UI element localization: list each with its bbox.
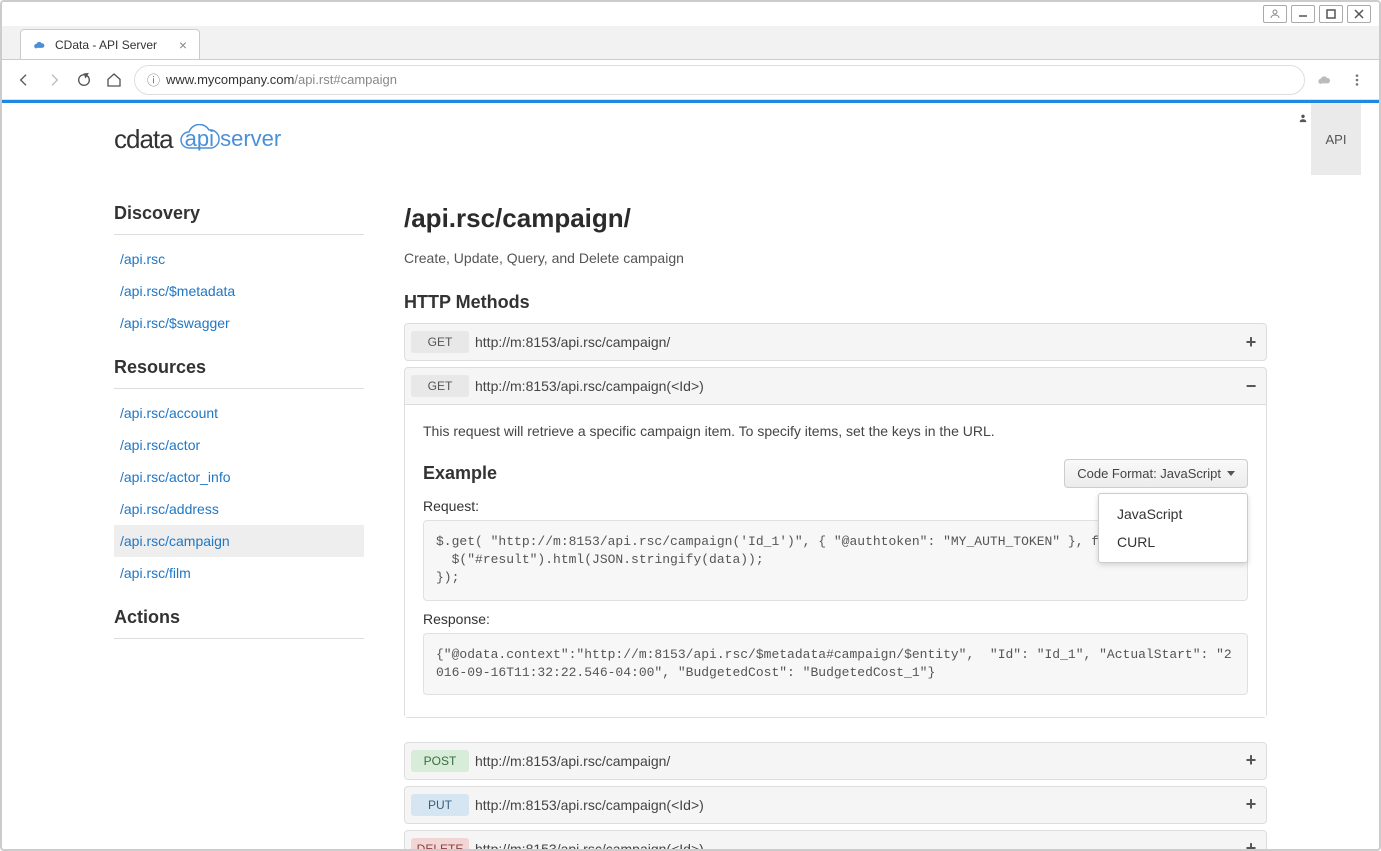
close-tab-icon[interactable]: × <box>179 37 187 53</box>
api-nav-tab[interactable]: API <box>1311 103 1361 175</box>
method-description: This request will retrieve a specific ca… <box>423 423 1248 439</box>
sidebar-link[interactable]: /api.rsc/actor_info <box>114 461 364 493</box>
forward-button[interactable] <box>44 70 64 90</box>
method-row: PUT http://m:8153/api.rsc/campaign(<Id>)+ <box>404 786 1267 824</box>
method-row: DELETE http://m:8153/api.rsc/campaign(<Id… <box>404 830 1267 849</box>
page-subtitle: Create, Update, Query, and Delete campai… <box>404 250 1267 266</box>
maximize-button[interactable] <box>1319 5 1343 23</box>
dropdown-item[interactable]: CURL <box>1099 528 1247 556</box>
code-format-dropdown[interactable]: Code Format: JavaScript <box>1064 459 1248 488</box>
caret-down-icon <box>1227 471 1235 476</box>
sidebar-link[interactable]: /api.rsc/$metadata <box>114 275 364 307</box>
method-url: http://m:8153/api.rsc/campaign/ <box>475 334 1236 350</box>
method-body: This request will retrieve a specific ca… <box>405 404 1266 717</box>
page-title: /api.rsc/campaign/ <box>404 203 1267 234</box>
main-content: /api.rsc/campaign/ Create, Update, Query… <box>404 203 1267 849</box>
url-path: /api.rst#campaign <box>294 72 397 87</box>
home-button[interactable] <box>104 70 124 90</box>
response-label: Response: <box>423 611 1248 627</box>
site-info-icon[interactable]: ⓘ <box>147 70 160 89</box>
sidebar-link[interactable]: /api.rsc/account <box>114 397 364 429</box>
method-badge: POST <box>411 750 469 772</box>
close-window-button[interactable] <box>1347 5 1371 23</box>
sidebar-link[interactable]: /api.rsc <box>114 243 364 275</box>
dropdown-item[interactable]: JavaScript <box>1099 500 1247 528</box>
sidebar-heading-discovery: Discovery <box>114 203 364 235</box>
method-header[interactable]: GET http://m:8153/api.rsc/campaign(<Id>)− <box>405 368 1266 404</box>
method-badge: PUT <box>411 794 469 816</box>
sidebar-heading-actions: Actions <box>114 607 364 639</box>
sidebar-heading-resources: Resources <box>114 357 364 389</box>
minimize-button[interactable] <box>1291 5 1315 23</box>
methods-heading: HTTP Methods <box>404 292 1267 313</box>
method-badge: DELETE <box>411 838 469 849</box>
logo-subtext: api server <box>185 126 282 152</box>
method-header[interactable]: PUT http://m:8153/api.rsc/campaign(<Id>)+ <box>405 787 1266 823</box>
method-header[interactable]: POST http://m:8153/api.rsc/campaign/+ <box>405 743 1266 779</box>
sidebar-link[interactable]: /api.rsc/$swagger <box>114 307 364 339</box>
method-badge: GET <box>411 375 469 397</box>
logo: cdata api server <box>114 124 281 155</box>
expand-icon[interactable]: + <box>1236 750 1266 771</box>
expand-icon[interactable]: + <box>1236 838 1266 849</box>
method-url: http://m:8153/api.rsc/campaign(<Id>) <box>475 797 1236 813</box>
method-url: http://m:8153/api.rsc/campaign/ <box>475 753 1236 769</box>
url-host: www.mycompany.com <box>166 72 294 87</box>
method-badge: GET <box>411 331 469 353</box>
method-row: GET http://m:8153/api.rsc/campaign/+ <box>404 323 1267 361</box>
page-viewport: cdata api server admin API Discovery /ap… <box>2 100 1379 849</box>
method-header[interactable]: GET http://m:8153/api.rsc/campaign/+ <box>405 324 1266 360</box>
reload-button[interactable] <box>74 70 94 90</box>
collapse-icon[interactable]: − <box>1236 376 1266 397</box>
user-icon-button[interactable] <box>1263 5 1287 23</box>
tab-title: CData - API Server <box>55 38 157 52</box>
code-format-menu: JavaScriptCURL <box>1098 493 1248 563</box>
browser-tab[interactable]: CData - API Server × <box>20 29 200 59</box>
expand-icon[interactable]: + <box>1236 794 1266 815</box>
window-title-bar <box>2 2 1379 26</box>
url-bar[interactable]: ⓘ www.mycompany.com/api.rst#campaign <box>134 65 1305 95</box>
method-url: http://m:8153/api.rsc/campaign(<Id>) <box>475 841 1236 849</box>
user-icon <box>1298 113 1308 123</box>
app-header: cdata api server admin API <box>2 103 1379 175</box>
cloud-sync-icon[interactable] <box>1315 70 1335 90</box>
menu-button[interactable] <box>1347 70 1367 90</box>
browser-tab-bar: CData - API Server × <box>2 26 1379 60</box>
method-row: POST http://m:8153/api.rsc/campaign/+ <box>404 742 1267 780</box>
sidebar-link[interactable]: /api.rsc/film <box>114 557 364 589</box>
example-heading: Example <box>423 463 497 484</box>
method-header[interactable]: DELETE http://m:8153/api.rsc/campaign(<Id… <box>405 831 1266 849</box>
back-button[interactable] <box>14 70 34 90</box>
cloud-icon <box>33 38 47 52</box>
browser-window: CData - API Server × ⓘ www.mycompany.com… <box>0 0 1381 851</box>
expand-icon[interactable]: + <box>1236 332 1266 353</box>
discovery-links: /api.rsc/api.rsc/$metadata/api.rsc/$swag… <box>114 243 364 339</box>
method-row: GET http://m:8153/api.rsc/campaign(<Id>)−… <box>404 367 1267 718</box>
resources-links: /api.rsc/account/api.rsc/actor/api.rsc/a… <box>114 397 364 589</box>
methods-list: GEThttp://m:8153/api.rsc/campaign/+GETht… <box>404 323 1267 849</box>
sidebar-link[interactable]: /api.rsc/address <box>114 493 364 525</box>
method-url: http://m:8153/api.rsc/campaign(<Id>) <box>475 378 1236 394</box>
sidebar: Discovery /api.rsc/api.rsc/$metadata/api… <box>114 203 364 849</box>
page-scroll[interactable]: cdata api server admin API Discovery /ap… <box>2 103 1379 849</box>
sidebar-link[interactable]: /api.rsc/actor <box>114 429 364 461</box>
browser-nav-bar: ⓘ www.mycompany.com/api.rst#campaign <box>2 60 1379 100</box>
sidebar-link[interactable]: /api.rsc/campaign <box>114 525 364 557</box>
logo-text: cdata <box>114 124 173 155</box>
response-code: {"@odata.context":"http://m:8153/api.rsc… <box>423 633 1248 695</box>
